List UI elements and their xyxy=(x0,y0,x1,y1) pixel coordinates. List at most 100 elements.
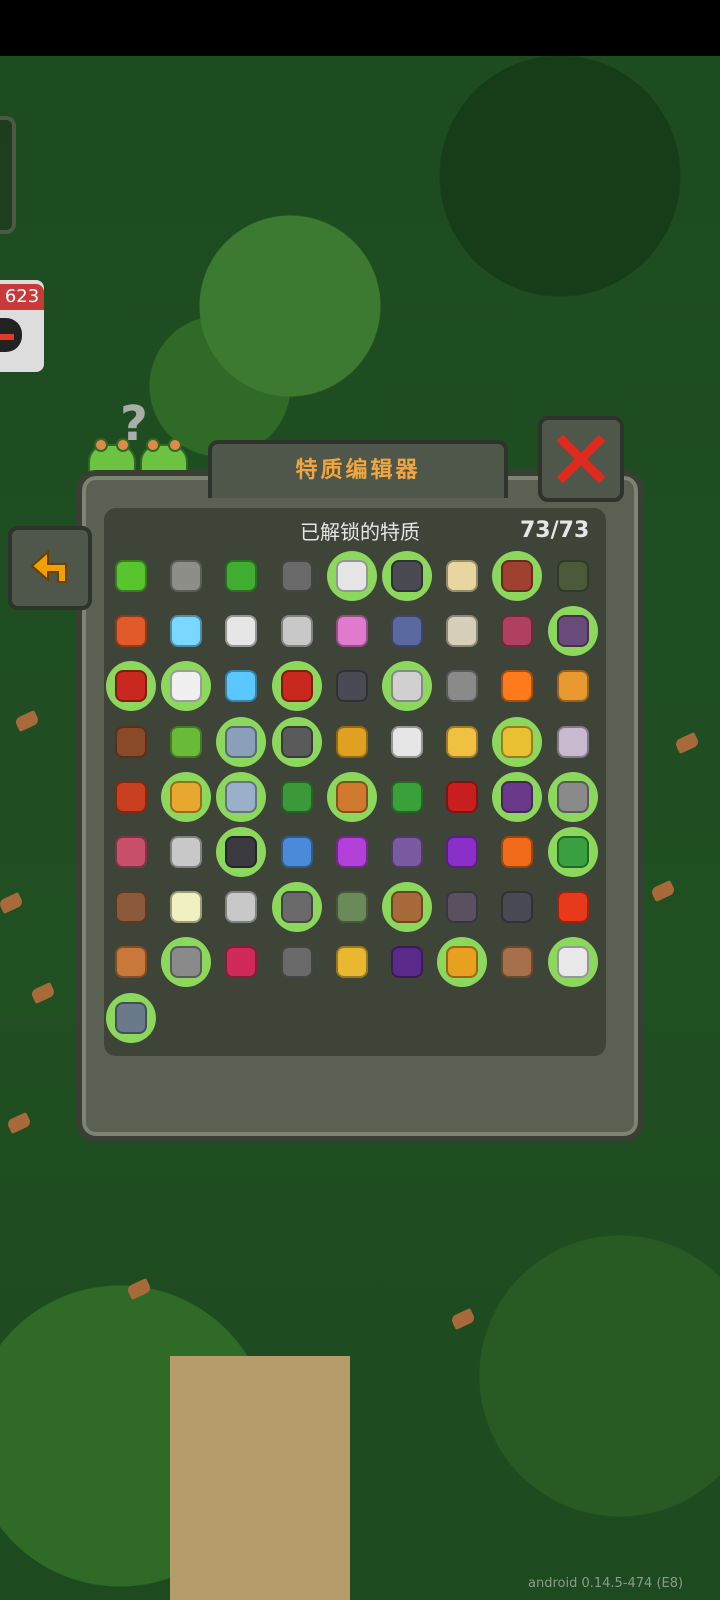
trait-slot[interactable] xyxy=(437,882,487,932)
trait-slot[interactable] xyxy=(327,937,377,987)
campfire-icon xyxy=(501,836,534,868)
rabbit-icon xyxy=(391,670,423,703)
shadow-head-icon xyxy=(225,836,258,868)
trait-slot[interactable] xyxy=(327,606,377,656)
trait-slot[interactable] xyxy=(382,551,432,601)
flame-demon-icon xyxy=(335,725,368,758)
chomper-icon xyxy=(391,946,423,979)
trait-slot[interactable] xyxy=(382,937,432,987)
trait-slot[interactable] xyxy=(161,606,211,656)
panel-title: 特质编辑器 xyxy=(295,458,421,483)
trait-slot[interactable] xyxy=(382,882,432,933)
green-monster-icon xyxy=(280,780,313,813)
trait-slot[interactable] xyxy=(382,717,432,767)
close-icon xyxy=(556,434,606,484)
trait-slot[interactable] xyxy=(437,772,487,822)
arm-icon xyxy=(501,946,534,979)
leaf-icon xyxy=(450,1308,476,1330)
trait-slot[interactable] xyxy=(216,606,266,656)
trait-slot[interactable] xyxy=(272,827,322,877)
trait-slot[interactable] xyxy=(216,937,266,987)
trait-slot[interactable] xyxy=(327,717,377,767)
trait-slot[interactable] xyxy=(547,606,598,657)
trait-slot[interactable] xyxy=(492,937,542,987)
trait-slot[interactable] xyxy=(106,772,156,822)
trait-slot[interactable] xyxy=(327,827,377,877)
trait-slot[interactable] xyxy=(437,827,487,877)
trait-slot[interactable] xyxy=(326,551,377,601)
trident-icon xyxy=(280,670,313,703)
crossed-bones-icon xyxy=(280,615,313,648)
trait-slot[interactable] xyxy=(492,606,542,656)
skull-bubble-icon xyxy=(391,725,423,758)
ghost-dot-icon xyxy=(391,560,423,592)
trait-slot[interactable] xyxy=(327,882,377,932)
bread-beast-icon xyxy=(115,946,147,979)
trait-slot[interactable] xyxy=(548,661,598,711)
trait-slot[interactable] xyxy=(437,717,487,767)
trait-slot[interactable] xyxy=(548,882,598,932)
eagle-icon xyxy=(170,670,203,703)
trait-slot[interactable] xyxy=(437,661,487,711)
trait-slot[interactable] xyxy=(492,661,542,711)
trait-slot[interactable] xyxy=(382,772,432,822)
flaming-heart-icon xyxy=(556,891,589,924)
trait-slot[interactable] xyxy=(492,771,543,822)
trait-slot[interactable] xyxy=(161,771,212,822)
trait-slot[interactable] xyxy=(547,937,598,988)
trait-slot[interactable] xyxy=(492,882,542,932)
trait-slot[interactable] xyxy=(161,882,211,932)
trait-slot[interactable] xyxy=(272,937,322,987)
trait-slot[interactable] xyxy=(437,606,487,656)
spotted-mushroom-icon xyxy=(115,836,147,868)
trait-slot[interactable] xyxy=(161,551,211,601)
witch-face-icon xyxy=(335,780,368,813)
sparkle-ghost-icon xyxy=(556,725,589,758)
pink-bat-icon xyxy=(335,615,368,648)
trait-slot[interactable] xyxy=(382,827,432,877)
trait-slot[interactable] xyxy=(106,551,156,601)
trait-slot[interactable] xyxy=(106,992,156,1043)
trait-slot[interactable] xyxy=(272,551,322,601)
trait-slot[interactable] xyxy=(106,882,156,932)
trait-slot[interactable] xyxy=(161,717,211,767)
left-edge-frame xyxy=(0,116,16,234)
trait-slot[interactable] xyxy=(548,717,598,767)
trait-slot[interactable] xyxy=(272,772,322,822)
trait-slot[interactable] xyxy=(326,771,377,822)
trait-slot[interactable] xyxy=(382,606,432,656)
medic-shield-icon xyxy=(225,780,258,813)
trait-slot[interactable] xyxy=(327,661,377,711)
trait-slot[interactable] xyxy=(492,716,543,767)
trait-slot[interactable] xyxy=(216,551,266,601)
trait-slot[interactable] xyxy=(548,551,598,601)
trait-slot[interactable] xyxy=(106,827,156,877)
trait-slot[interactable] xyxy=(492,827,542,877)
trait-slot[interactable] xyxy=(106,606,156,656)
medal-icon xyxy=(446,946,479,979)
lightning-icon xyxy=(225,670,258,703)
trait-slot[interactable] xyxy=(437,551,487,601)
trait-slot[interactable] xyxy=(216,716,267,767)
fox-skull-icon xyxy=(115,891,147,924)
rocket-fist-icon xyxy=(391,615,423,648)
trait-slot[interactable] xyxy=(547,827,598,877)
trait-slot[interactable] xyxy=(216,882,266,932)
trait-slot[interactable] xyxy=(106,937,156,987)
blonde-head-icon xyxy=(446,560,479,592)
scales-icon xyxy=(115,780,147,813)
flex-arm-icon xyxy=(391,891,423,924)
trait-slot[interactable] xyxy=(271,661,322,712)
trait-slot[interactable] xyxy=(271,882,322,933)
back-button[interactable] xyxy=(8,526,92,610)
trait-slot[interactable] xyxy=(547,771,598,822)
trait-slot[interactable] xyxy=(271,716,322,767)
status-bar xyxy=(0,0,720,56)
leaf-icon xyxy=(6,1112,32,1134)
trait-slot[interactable] xyxy=(216,661,266,711)
close-button[interactable] xyxy=(538,416,624,502)
trait-slot[interactable] xyxy=(161,827,211,877)
trait-slot[interactable] xyxy=(106,717,156,767)
trait-slot[interactable] xyxy=(272,606,322,656)
trait-slot[interactable] xyxy=(216,771,267,822)
